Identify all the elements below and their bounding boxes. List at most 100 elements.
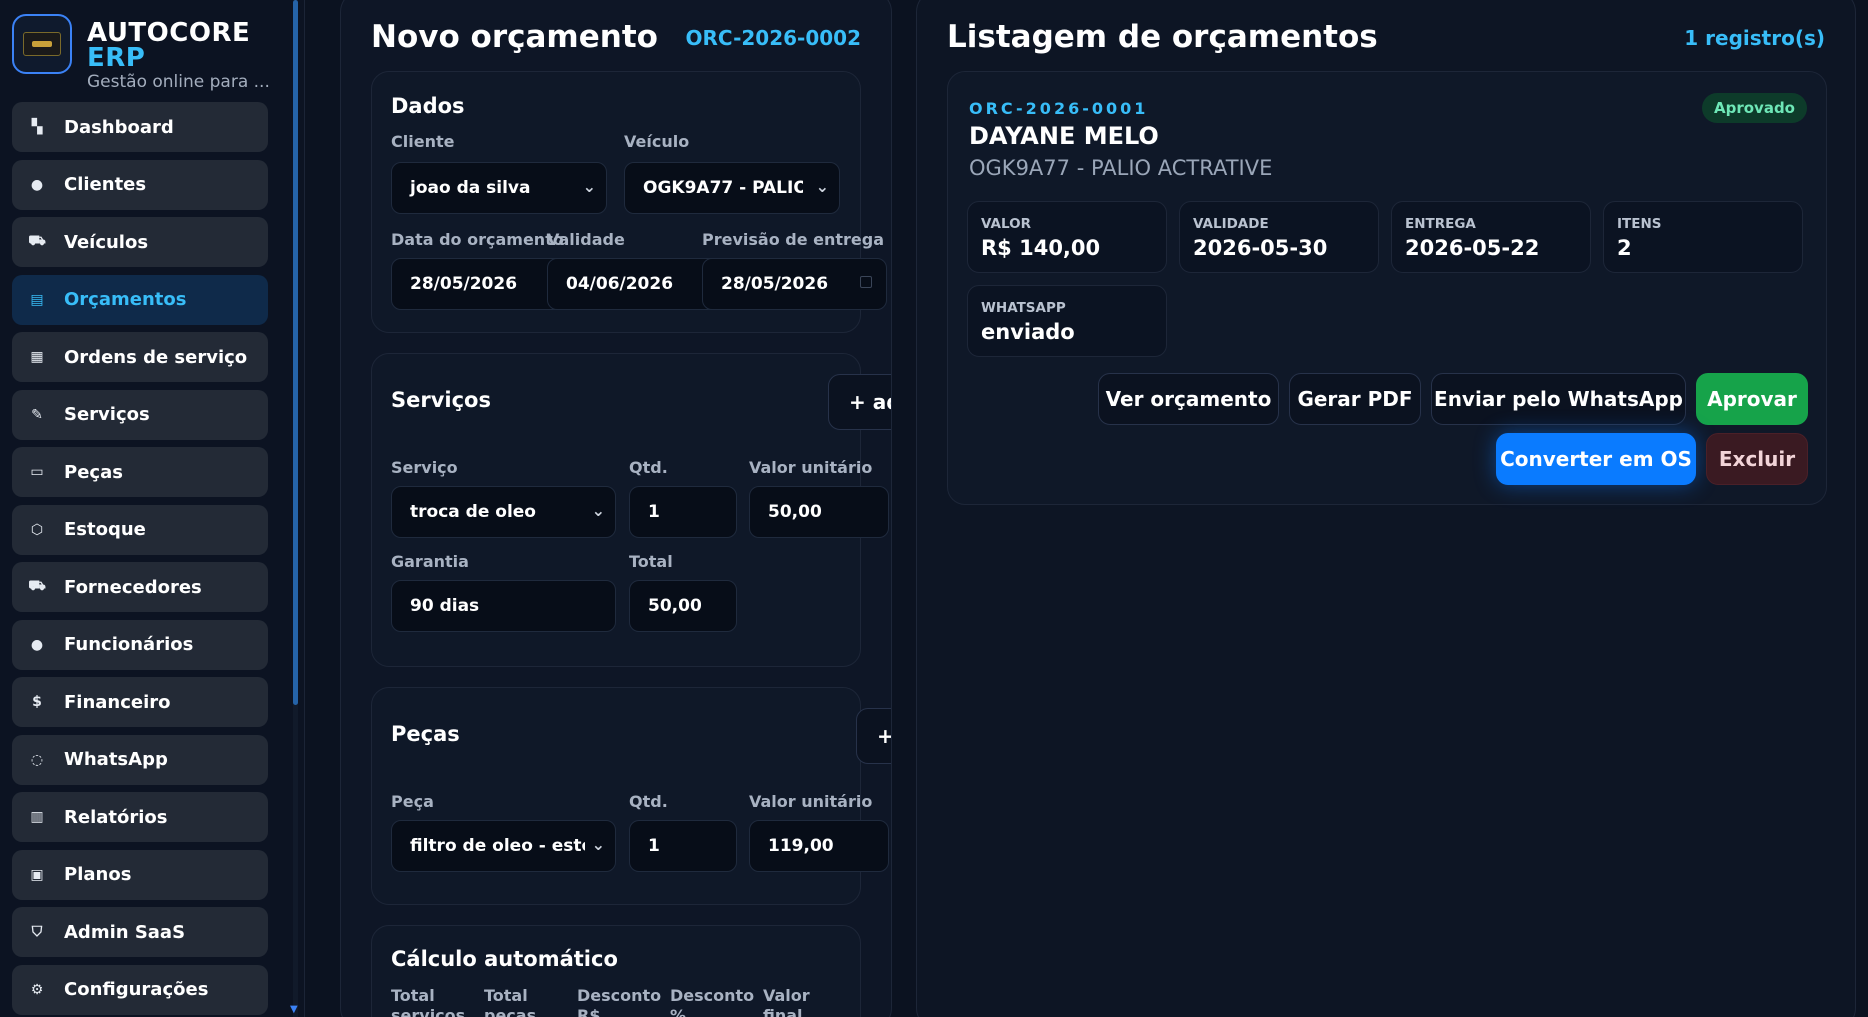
data-orcamento-value: 28/05/2026 [410,274,518,294]
wrench-icon: ✎ [31,406,43,423]
sidebar-item-pecas[interactable]: ▭ Peças [12,447,268,497]
calc-desconto-valor-label: Desconto R$ [577,986,662,1017]
chevron-down-icon: ⌄ [582,177,596,196]
send-whatsapp-button[interactable]: Enviar pelo WhatsApp [1431,373,1686,425]
servico-total-label: Total [629,552,673,571]
servico-qtd-label: Qtd. [629,458,668,477]
stat-value: 2 [1617,236,1632,260]
stat-whatsapp: WHATSAPP enviado [967,285,1167,357]
stat-validade: VALIDADE 2026-05-30 [1179,201,1379,273]
peca-value: filtro de oleo - estoque 10 [410,836,585,856]
stat-entrega: ENTREGA 2026-05-22 [1391,201,1591,273]
servico-valor-input[interactable]: 50,00 [749,486,889,538]
data-label: Data do orçamento [391,230,564,249]
whatsapp-icon: ◌ [30,751,44,768]
servico-qtd-input[interactable]: 1 [629,486,737,538]
car-icon: ⛟ [28,233,46,249]
calc-total-pecas-label: Total peças [484,986,537,1017]
listing-title: Listagem de orçamentos [947,19,1378,55]
previsao-value: 28/05/2026 [721,274,829,294]
sidebar-item-dashboard[interactable]: ▚ Dashboard [12,102,268,152]
sidebar-item-label: Fornecedores [64,576,202,598]
status-badge: Aprovado [1702,93,1807,123]
pecas-title: Peças [391,722,460,746]
records-count: 1 registro(s) [1684,26,1825,50]
sidebar-item-label: Admin SaaS [64,921,186,943]
brand-subtitle: Gestão online para ... [87,72,270,92]
sidebar-item-label: Estoque [64,519,146,540]
cliente-value: joao da silva [410,178,531,198]
peca-select[interactable]: filtro de oleo - estoque 10 ⌄ [391,820,616,872]
peca-qtd-input[interactable]: 1 [629,820,737,872]
brand[interactable]: AUTOCORE ERP Gestão online para ... [12,12,282,92]
sidebar-item-label: Peças [64,461,123,483]
sidebar-item-ordens-de-servico[interactable]: ▦ Ordens de serviço [12,332,268,382]
sidebar-item-admin-saas[interactable]: ⛉ Admin SaaS [12,907,268,957]
employee-icon: ● [30,636,44,653]
servico-valor-label: Valor unitário [749,458,873,477]
brand-logo [12,14,72,74]
approve-button[interactable]: Aprovar [1696,373,1808,425]
chevron-down-icon: ⌄ [815,177,829,196]
sidebar-item-clientes[interactable]: ● Clientes [12,159,268,210]
sidebar-item-label: Clientes [64,174,147,195]
sidebar-item-label: Orçamentos [64,289,187,310]
chevron-down-icon: ⌄ [591,835,605,854]
quotes-listing-panel: Listagem de orçamentos 1 registro(s) ORC… [916,0,1856,1017]
validade-input[interactable]: 04/06/2026 [547,258,722,310]
sidebar-item-planos[interactable]: ▣ Planos [12,849,268,900]
money-icon: $ [32,694,42,710]
stat-label: ENTREGA [1405,216,1476,232]
sidebar-item-whatsapp[interactable]: ◌ WhatsApp [12,734,268,785]
sidebar-scrollbar-thumb[interactable] [293,0,298,705]
sidebar-item-veiculos[interactable]: ⛟ Veículos [12,217,268,267]
scroll-down-icon[interactable]: ▼ [290,1004,298,1015]
sidebar-item-configuracoes[interactable]: ⚙ Configurações [12,964,268,1015]
sidebar-item-label: Planos [64,864,132,885]
calc-desconto-percent-label: Desconto % [670,986,755,1017]
peca-valor-value: 119,00 [768,836,834,856]
servico-total-field[interactable]: 50,00 [629,580,737,632]
brand-name-suffix: ERP [87,43,146,73]
generate-pdf-button[interactable]: Gerar PDF [1289,373,1421,425]
delete-button[interactable]: Excluir [1706,433,1808,485]
convert-to-os-button[interactable]: Converter em OS [1496,433,1696,485]
stat-value: 2026-05-30 [1193,236,1328,260]
sidebar-item-label: Serviços [64,404,150,425]
stat-value: R$ 140,00 [981,236,1101,260]
dashboard-icon: ▚ [31,119,43,135]
sidebar-item-fornecedores[interactable]: ⛟ Fornecedores [12,562,268,612]
add-servico-button[interactable]: + ad [828,374,891,430]
servicos-card: Serviços + ad Serviço troca de oleo ⌄ Qt… [371,353,891,667]
previsao-entrega-input[interactable]: 28/05/2026 [702,258,887,310]
servico-select[interactable]: troca de oleo ⌄ [391,486,616,538]
add-peca-button[interactable]: + [856,708,891,764]
sidebar-item-servicos[interactable]: ✎ Serviços [12,389,268,440]
view-quote-button[interactable]: Ver orçamento [1098,373,1279,425]
servico-total-value: 50,00 [648,596,702,616]
sidebar-item-funcionarios[interactable]: ● Funcionários [12,619,268,670]
cliente-label: Cliente [391,132,455,151]
box-icon: ⬡ [30,521,44,538]
sidebar-item-label: Ordens de serviço [64,346,248,368]
sidebar-item-relatorios[interactable]: ▥ Relatórios [12,792,268,842]
quote-code: ORC-2026-0002 [685,26,861,50]
document-icon: ▤ [30,291,44,308]
sidebar-item-orcamentos[interactable]: ▤ Orçamentos [12,274,268,325]
sidebar-item-estoque[interactable]: ⬡ Estoque [12,504,268,555]
calculo-title: Cálculo automático [391,947,618,971]
cliente-select[interactable]: joao da silva ⌄ [391,162,607,214]
servicos-title: Serviços [391,388,491,412]
veiculo-select[interactable]: OGK9A77 - PALIO ACTIVE ⌄ [624,162,840,214]
calendar-icon[interactable] [860,276,872,288]
stat-label: VALIDADE [1193,216,1269,232]
peca-valor-input[interactable]: 119,00 [749,820,889,872]
data-orcamento-input[interactable]: 28/05/2026 [391,258,566,310]
sidebar-item-label: Configurações [64,979,209,1000]
garantia-input[interactable]: 90 dias [391,580,616,632]
quote-card-code: ORC-2026-0001 [969,99,1149,118]
bar-chart-icon: ▥ [30,809,44,825]
sidebar-item-financeiro[interactable]: $ Financeiro [12,677,268,727]
sidebar-item-label: Dashboard [64,116,174,138]
sidebar: AUTOCORE ERP Gestão online para ... ▚ Das… [0,0,305,1017]
